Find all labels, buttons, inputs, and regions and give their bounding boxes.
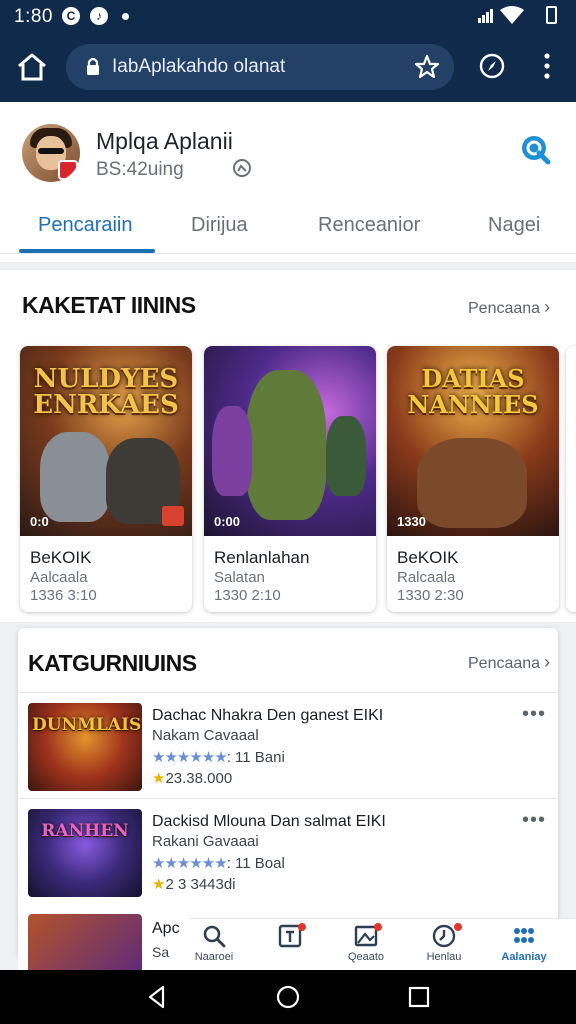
item-rating: ★★★★★★: 11 Boal [152, 855, 285, 872]
address-bar[interactable]: IabAplakahdo olanat [66, 44, 454, 90]
system-nav-bar [0, 970, 576, 1024]
nav-history[interactable]: Henlau [408, 923, 480, 963]
item-subtitle: Sa [152, 944, 170, 960]
tab-nagei[interactable]: Nagei [488, 214, 540, 237]
home-icon[interactable] [16, 52, 48, 82]
featured-see-more[interactable]: Pencaana › [468, 297, 550, 318]
categories-title: KATGURNIUINS [28, 650, 197, 676]
item-title: Dachac Nhakra Den ganest EIKI [152, 707, 384, 724]
rating-stars-icon: ★★★★★★ [152, 749, 228, 766]
card-subtitle: Aalcaala [30, 569, 88, 586]
card-meta: 1330 2:10 [214, 587, 281, 604]
search-icon [203, 925, 226, 948]
game-art: 0:00 [204, 346, 376, 536]
item-title: Apc [152, 920, 180, 937]
nav-search[interactable]: Naaroei [178, 923, 250, 963]
card-subtitle: Salatan [214, 569, 265, 586]
chevron-right-icon: › [544, 652, 551, 672]
nav-apps[interactable]: Aalaniay [488, 923, 560, 963]
categories-see-more[interactable]: Pencaana › [468, 652, 550, 673]
notification-music-icon: ♪ [90, 7, 108, 25]
notification-c-icon: C [62, 7, 80, 25]
more-menu-icon[interactable] [538, 52, 556, 80]
item-rating: ★★★★★★: 11 Bani [152, 749, 285, 766]
notification-dot-icon [122, 13, 129, 20]
tab-dirijua[interactable]: Dirijua [191, 214, 248, 237]
video-duration: 1330 [397, 514, 426, 529]
profile-name: Mplqa Aplanii [96, 128, 233, 154]
bottom-nav: Naaroei Qeaato Henlau Aalaniay [190, 918, 576, 970]
status-bar: 1:80 C ♪ [0, 0, 576, 34]
game-card[interactable]: 0:00 Renlanlahan Salatan 1330 2:10 [204, 346, 376, 612]
avatar[interactable] [22, 124, 80, 182]
grid-icon [514, 928, 534, 943]
game-card[interactable]: NULDYES ENRKAES 0:0 BeKOIK Aalcaala 1336… [20, 346, 192, 612]
star-icon: ★ [152, 876, 166, 893]
star-icon: ★ [152, 770, 166, 787]
card-title: Renlanlahan [214, 548, 310, 567]
list-thumbnail [28, 914, 142, 970]
more-options-icon[interactable]: ••• [522, 809, 546, 832]
item-count: ★23.38.000 [152, 770, 233, 787]
battery-icon [546, 6, 557, 24]
list-thumbnail: DUNMLAIS [28, 703, 142, 791]
item-subtitle: Rakani Gavaaai [152, 833, 259, 850]
bookmark-icon[interactable] [162, 506, 184, 526]
video-duration: 0:0 [30, 514, 49, 529]
chevron-right-icon: › [544, 297, 551, 317]
top-bar: 1:80 C ♪ IabAplakahdo olanat [0, 0, 576, 102]
rating-stars-icon: ★★★★★★ [152, 855, 228, 872]
bookmark-star-icon[interactable] [414, 54, 440, 80]
recents-icon[interactable] [406, 984, 432, 1010]
item-subtitle: Nakam Cavaaal [152, 727, 259, 744]
search-icon[interactable] [520, 134, 552, 166]
tab-bar: Pencaraiin Dirijua Renceanior Nagei [0, 202, 576, 254]
game-card[interactable]: DATIAS NANNIES 1330 BeKOIK Ralcaala 1330… [387, 346, 559, 612]
lock-icon [87, 57, 99, 75]
compass-icon[interactable] [478, 52, 506, 80]
item-title: Dackisd Mlouna Dan salmat EIKI [152, 813, 386, 830]
nav-tablet[interactable] [254, 923, 326, 951]
game-card-partial[interactable] [566, 346, 576, 612]
featured-section: KAKETAT IININS Pencaana › NULDYES ENRKAES… [0, 262, 576, 622]
nav-photo[interactable]: Qeaato [330, 923, 402, 963]
browser-toolbar: IabAplakahdo olanat [0, 34, 576, 102]
profile-header: Mplqa Aplanii BS:42uing Pencaraiin Dirij… [0, 102, 576, 262]
featured-title: KAKETAT IININS [22, 292, 196, 318]
tab-pencaraiin[interactable]: Pencaraiin [38, 214, 133, 237]
url-text: IabAplakahdo olanat [112, 56, 286, 77]
wifi-icon [500, 6, 524, 24]
signal-icon [478, 9, 493, 23]
card-subtitle: Ralcaala [397, 569, 456, 586]
video-duration: 0:00 [214, 514, 241, 529]
home-circle-icon[interactable] [275, 984, 301, 1010]
game-art: NULDYES ENRKAES 0:0 [20, 346, 192, 536]
card-meta: 1336 3:10 [30, 587, 97, 604]
tab-renceanior[interactable]: Renceanior [318, 214, 420, 237]
card-meta: 1330 2:30 [397, 587, 464, 604]
list-thumbnail: RANHEN [28, 809, 142, 897]
back-icon[interactable] [144, 984, 170, 1010]
list-item[interactable]: DUNMLAIS Dachac Nhakra Den ganest EIKI N… [18, 692, 558, 798]
status-time: 1:80 [14, 6, 53, 27]
card-title: BeKOIK [30, 548, 92, 567]
item-count: ★2 3 3443di [152, 876, 236, 893]
list-item-partial[interactable]: Apc Sa [18, 906, 190, 970]
active-tab-indicator [19, 249, 155, 253]
more-options-icon[interactable]: ••• [522, 703, 546, 726]
edit-photo-icon[interactable] [232, 158, 252, 178]
card-title: BeKOIK [397, 548, 459, 567]
app-screen: 1:80 C ♪ IabAplakahdo olanat Mplqa Aplan… [0, 0, 576, 1024]
list-item[interactable]: RANHEN Dackisd Mlouna Dan salmat EIKI Ra… [18, 798, 558, 904]
profile-subtitle: BS:42uing [96, 159, 184, 180]
game-art: DATIAS NANNIES 1330 [387, 346, 559, 536]
